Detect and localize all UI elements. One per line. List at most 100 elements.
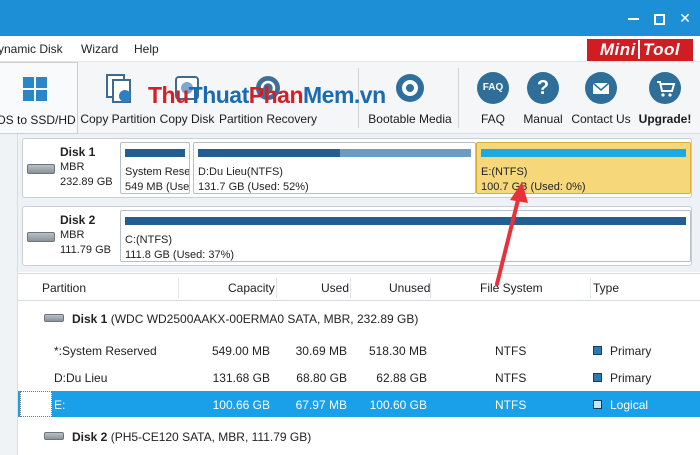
left-panel-strip [0, 134, 18, 455]
column-type[interactable]: Type [593, 281, 619, 295]
table-row[interactable]: *:System Reserved 549.00 MB 30.69 MB 518… [18, 337, 700, 363]
cell-unused: 100.60 GB [369, 398, 427, 412]
manual-icon: ? [527, 72, 559, 104]
disk-type: MBR [60, 161, 85, 173]
watermark-part: Thuat [188, 82, 250, 108]
toolbar-separator [458, 68, 459, 128]
cell-type: Logical [610, 398, 649, 412]
watermark-part: .vn [353, 82, 386, 108]
close-button[interactable]: ✕ [672, 6, 698, 30]
manual-label: Manual [523, 112, 563, 126]
usage-bar [125, 217, 686, 225]
usage-bar [198, 149, 471, 157]
windows-migrate-icon [20, 73, 52, 105]
minimize-button[interactable] [620, 6, 646, 30]
logo-text-tool: Tool [637, 40, 681, 59]
copy-partition-button[interactable]: Copy Partition [80, 62, 156, 134]
hard-disk-icon [27, 164, 55, 174]
copy-disk-label: Copy Disk [159, 112, 215, 126]
contact-us-button[interactable]: Contact Us [570, 62, 632, 134]
os-to-ssd-button[interactable]: OS to SSD/HD [0, 62, 78, 134]
column-divider[interactable] [350, 278, 351, 298]
cell-file-system: NTFS [495, 398, 527, 412]
upgrade-cart-icon [649, 72, 681, 104]
partition-info: 100.7 GB (Used: 0%) [481, 181, 586, 193]
hard-disk-icon [44, 432, 64, 440]
disk-header-detail: (PH5-CE120 SATA, MBR, 111.79 GB) [110, 430, 312, 444]
bootable-media-icon [394, 72, 426, 104]
partition-block-c[interactable]: C:(NTFS) 111.8 GB (Used: 37%) [120, 210, 691, 262]
menu-wizard[interactable]: Wizard [81, 42, 118, 56]
maximize-button[interactable] [646, 6, 672, 30]
title-bar: ✕ [0, 0, 700, 36]
hard-disk-icon [44, 314, 64, 322]
disk-type: MBR [60, 229, 85, 241]
disk-header-label: Disk 2 (PH5-CE120 SATA, MBR, 111.79 GB) [72, 430, 311, 444]
hard-disk-icon [27, 232, 55, 242]
disk-size: 111.79 GB [60, 244, 111, 256]
disk-info: Disk 1 MBR 232.89 GB [23, 139, 119, 197]
table-row[interactable]: D:Du Lieu 131.68 GB 68.80 GB 62.88 GB NT… [18, 364, 700, 390]
upgrade-button[interactable]: Upgrade! [636, 62, 694, 134]
contact-us-icon [585, 72, 617, 104]
partition-name: E:(NTFS) [481, 166, 528, 178]
disk-map: Disk 1 MBR 232.89 GB System Rese 549 MB … [18, 134, 700, 272]
column-file-system[interactable]: File System [480, 281, 543, 295]
column-partition[interactable]: Partition [42, 281, 86, 295]
cell-capacity: 131.68 GB [212, 371, 270, 385]
usage-bar [125, 149, 185, 157]
disk-name: Disk 1 [60, 145, 96, 159]
cell-unused: 62.88 GB [376, 371, 427, 385]
faq-label: FAQ [480, 112, 505, 126]
cell-partition: D:Du Lieu [54, 371, 108, 385]
partition-block-e[interactable]: E:(NTFS) 100.7 GB (Used: 0%) [476, 142, 691, 194]
maximize-icon [653, 13, 665, 25]
cell-capacity: 100.66 GB [212, 398, 270, 412]
faq-button[interactable]: FAQ FAQ [472, 62, 514, 134]
disk-header-row[interactable]: Disk 1 (WDC WD2500AAKX-00ERMA0 SATA, MBR… [18, 305, 700, 331]
disk-header-name: Disk 1 [72, 312, 108, 326]
disk-name: Disk 2 [60, 213, 96, 227]
watermark-text: ThuThuatPhanMem.vn [148, 82, 386, 109]
watermark-part: Thu [148, 82, 189, 108]
cell-type: Primary [610, 344, 652, 358]
column-capacity[interactable]: Capacity [228, 281, 275, 295]
disk-map-row-disk1[interactable]: Disk 1 MBR 232.89 GB System Rese 549 MB … [22, 138, 692, 198]
partition-block-d[interactable]: D:Du Lieu(NTFS) 131.7 GB (Used: 52%) [193, 142, 476, 194]
partition-info: 131.7 GB (Used: 52%) [198, 181, 309, 193]
cell-used: 30.69 MB [295, 344, 347, 358]
table-row-selected[interactable]: E: 100.66 GB 67.97 MB 100.60 GB NTFS Log… [18, 391, 700, 417]
disk-header-row[interactable]: Disk 2 (PH5-CE120 SATA, MBR, 111.79 GB) [18, 423, 700, 449]
partition-name: C:(NTFS) [125, 234, 173, 246]
cell-used: 68.80 GB [296, 371, 347, 385]
menu-dynamic-disk[interactable]: ynamic Disk [0, 42, 63, 56]
partition-info: 111.8 GB (Used: 37%) [125, 249, 235, 261]
column-unused[interactable]: Unused [389, 281, 430, 295]
cell-type: Primary [610, 371, 652, 385]
disk-header-name: Disk 2 [72, 430, 108, 444]
partition-info: 549 MB (Use [125, 181, 190, 193]
manual-button[interactable]: ? Manual [520, 62, 566, 134]
column-divider[interactable] [276, 278, 277, 298]
cell-used: 67.97 MB [295, 398, 347, 412]
column-used[interactable]: Used [321, 281, 349, 295]
disk-header-label: Disk 1 (WDC WD2500AAKX-00ERMA0 SATA, MBR… [72, 312, 418, 326]
contact-us-label: Contact Us [571, 112, 631, 126]
cell-partition: E: [54, 398, 66, 412]
column-divider[interactable] [178, 278, 179, 298]
column-divider[interactable] [590, 278, 591, 298]
minimize-icon [627, 18, 639, 21]
partition-block-system-reserved[interactable]: System Rese 549 MB (Use [120, 142, 190, 194]
logical-partition-icon [593, 400, 602, 409]
disk-map-row-disk2[interactable]: Disk 2 MBR 111.79 GB C:(NTFS) 111.8 GB (… [22, 206, 692, 266]
cell-partition: *:System Reserved [54, 344, 157, 358]
cell-file-system: NTFS [495, 344, 527, 358]
manual-glyph: ? [527, 72, 559, 104]
menu-help[interactable]: Help [134, 42, 159, 56]
usage-bar [481, 149, 686, 157]
column-divider[interactable] [430, 278, 431, 298]
faq-glyph: FAQ [477, 72, 509, 104]
primary-partition-icon [593, 346, 602, 355]
copy-partition-label: Copy Partition [80, 112, 156, 126]
minitool-logo: Mini Tool [587, 39, 693, 61]
